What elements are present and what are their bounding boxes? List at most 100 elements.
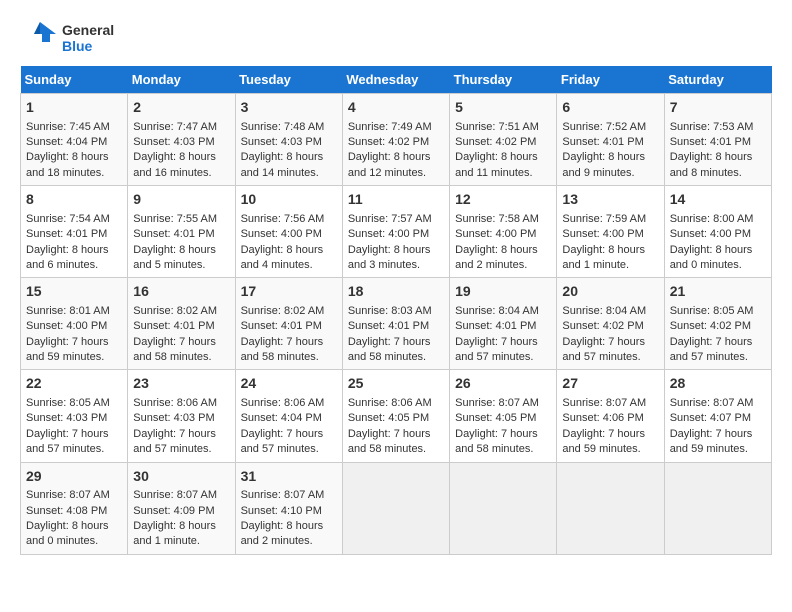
- calendar-cell: 20 Sunrise: 8:04 AM Sunset: 4:02 PM Dayl…: [557, 278, 664, 370]
- sunset: Sunset: 4:00 PM: [455, 228, 536, 240]
- column-header-saturday: Saturday: [664, 66, 771, 94]
- calendar-table: SundayMondayTuesdayWednesdayThursdayFrid…: [20, 66, 772, 555]
- sunrise: Sunrise: 8:07 AM: [241, 489, 325, 501]
- week-row: 15 Sunrise: 8:01 AM Sunset: 4:00 PM Dayl…: [21, 278, 772, 370]
- sunset: Sunset: 4:01 PM: [348, 320, 429, 332]
- calendar-cell: 15 Sunrise: 8:01 AM Sunset: 4:00 PM Dayl…: [21, 278, 128, 370]
- daylight: Daylight: 7 hours and 58 minutes.: [348, 428, 431, 455]
- sunrise: Sunrise: 8:07 AM: [455, 397, 539, 409]
- day-number: 14: [670, 190, 766, 210]
- daylight: Daylight: 8 hours and 2 minutes.: [455, 244, 538, 271]
- calendar-cell: 7 Sunrise: 7:53 AM Sunset: 4:01 PM Dayli…: [664, 94, 771, 186]
- sunrise: Sunrise: 8:00 AM: [670, 213, 754, 225]
- sunset: Sunset: 4:00 PM: [670, 228, 751, 240]
- sunrise: Sunrise: 8:05 AM: [26, 397, 110, 409]
- sunset: Sunset: 4:00 PM: [562, 228, 643, 240]
- calendar-cell: 11 Sunrise: 7:57 AM Sunset: 4:00 PM Dayl…: [342, 186, 449, 278]
- calendar-cell: [342, 462, 449, 554]
- daylight: Daylight: 7 hours and 57 minutes.: [26, 428, 109, 455]
- calendar-cell: 25 Sunrise: 8:06 AM Sunset: 4:05 PM Dayl…: [342, 370, 449, 462]
- daylight: Daylight: 8 hours and 1 minute.: [133, 520, 216, 547]
- sunrise: Sunrise: 7:48 AM: [241, 121, 325, 133]
- sunset: Sunset: 4:00 PM: [241, 228, 322, 240]
- sunset: Sunset: 4:01 PM: [455, 320, 536, 332]
- day-number: 29: [26, 467, 122, 487]
- day-number: 2: [133, 98, 229, 118]
- sunset: Sunset: 4:02 PM: [562, 320, 643, 332]
- week-row: 1 Sunrise: 7:45 AM Sunset: 4:04 PM Dayli…: [21, 94, 772, 186]
- sunset: Sunset: 4:01 PM: [26, 228, 107, 240]
- calendar-cell: 12 Sunrise: 7:58 AM Sunset: 4:00 PM Dayl…: [450, 186, 557, 278]
- day-number: 8: [26, 190, 122, 210]
- week-row: 8 Sunrise: 7:54 AM Sunset: 4:01 PM Dayli…: [21, 186, 772, 278]
- calendar-body: 1 Sunrise: 7:45 AM Sunset: 4:04 PM Dayli…: [21, 94, 772, 555]
- calendar-cell: 14 Sunrise: 8:00 AM Sunset: 4:00 PM Dayl…: [664, 186, 771, 278]
- calendar-cell: 26 Sunrise: 8:07 AM Sunset: 4:05 PM Dayl…: [450, 370, 557, 462]
- sunset: Sunset: 4:01 PM: [562, 136, 643, 148]
- day-number: 28: [670, 374, 766, 394]
- column-header-monday: Monday: [128, 66, 235, 94]
- sunrise: Sunrise: 7:59 AM: [562, 213, 646, 225]
- sunset: Sunset: 4:03 PM: [133, 412, 214, 424]
- day-number: 20: [562, 282, 658, 302]
- logo: General Blue: [20, 20, 114, 56]
- day-number: 11: [348, 190, 444, 210]
- day-number: 1: [26, 98, 122, 118]
- sunset: Sunset: 4:06 PM: [562, 412, 643, 424]
- sunset: Sunset: 4:01 PM: [241, 320, 322, 332]
- daylight: Daylight: 8 hours and 5 minutes.: [133, 244, 216, 271]
- week-row: 22 Sunrise: 8:05 AM Sunset: 4:03 PM Dayl…: [21, 370, 772, 462]
- day-number: 18: [348, 282, 444, 302]
- sunset: Sunset: 4:04 PM: [26, 136, 107, 148]
- sunrise: Sunrise: 8:06 AM: [133, 397, 217, 409]
- calendar-cell: 24 Sunrise: 8:06 AM Sunset: 4:04 PM Dayl…: [235, 370, 342, 462]
- calendar-cell: 30 Sunrise: 8:07 AM Sunset: 4:09 PM Dayl…: [128, 462, 235, 554]
- day-number: 3: [241, 98, 337, 118]
- calendar-cell: 31 Sunrise: 8:07 AM Sunset: 4:10 PM Dayl…: [235, 462, 342, 554]
- sunrise: Sunrise: 7:53 AM: [670, 121, 754, 133]
- daylight: Daylight: 7 hours and 59 minutes.: [562, 428, 645, 455]
- sunset: Sunset: 4:02 PM: [455, 136, 536, 148]
- calendar-cell: 8 Sunrise: 7:54 AM Sunset: 4:01 PM Dayli…: [21, 186, 128, 278]
- calendar-cell: 19 Sunrise: 8:04 AM Sunset: 4:01 PM Dayl…: [450, 278, 557, 370]
- day-number: 24: [241, 374, 337, 394]
- calendar-cell: 13 Sunrise: 7:59 AM Sunset: 4:00 PM Dayl…: [557, 186, 664, 278]
- sunset: Sunset: 4:02 PM: [670, 320, 751, 332]
- day-number: 13: [562, 190, 658, 210]
- day-number: 6: [562, 98, 658, 118]
- day-number: 10: [241, 190, 337, 210]
- sunrise: Sunrise: 7:55 AM: [133, 213, 217, 225]
- calendar-cell: 27 Sunrise: 8:07 AM Sunset: 4:06 PM Dayl…: [557, 370, 664, 462]
- sunset: Sunset: 4:01 PM: [670, 136, 751, 148]
- sunrise: Sunrise: 7:58 AM: [455, 213, 539, 225]
- column-header-wednesday: Wednesday: [342, 66, 449, 94]
- calendar-cell: 23 Sunrise: 8:06 AM Sunset: 4:03 PM Dayl…: [128, 370, 235, 462]
- logo-bird-icon: [20, 20, 56, 56]
- day-number: 31: [241, 467, 337, 487]
- sunrise: Sunrise: 7:47 AM: [133, 121, 217, 133]
- calendar-cell: 28 Sunrise: 8:07 AM Sunset: 4:07 PM Dayl…: [664, 370, 771, 462]
- daylight: Daylight: 8 hours and 4 minutes.: [241, 244, 324, 271]
- sunset: Sunset: 4:01 PM: [133, 320, 214, 332]
- day-number: 23: [133, 374, 229, 394]
- daylight: Daylight: 7 hours and 57 minutes.: [241, 428, 324, 455]
- sunset: Sunset: 4:10 PM: [241, 505, 322, 517]
- calendar-cell: 10 Sunrise: 7:56 AM Sunset: 4:00 PM Dayl…: [235, 186, 342, 278]
- day-number: 25: [348, 374, 444, 394]
- daylight: Daylight: 8 hours and 9 minutes.: [562, 151, 645, 178]
- daylight: Daylight: 8 hours and 14 minutes.: [241, 151, 324, 178]
- day-number: 19: [455, 282, 551, 302]
- daylight: Daylight: 8 hours and 2 minutes.: [241, 520, 324, 547]
- calendar-cell: 16 Sunrise: 8:02 AM Sunset: 4:01 PM Dayl…: [128, 278, 235, 370]
- sunset: Sunset: 4:03 PM: [133, 136, 214, 148]
- logo-text-blue: Blue: [62, 38, 114, 54]
- calendar-cell: 6 Sunrise: 7:52 AM Sunset: 4:01 PM Dayli…: [557, 94, 664, 186]
- sunrise: Sunrise: 8:04 AM: [562, 305, 646, 317]
- sunset: Sunset: 4:08 PM: [26, 505, 107, 517]
- day-number: 15: [26, 282, 122, 302]
- page-header: General Blue: [20, 20, 772, 56]
- sunrise: Sunrise: 8:06 AM: [241, 397, 325, 409]
- daylight: Daylight: 8 hours and 0 minutes.: [670, 244, 753, 271]
- daylight: Daylight: 7 hours and 58 minutes.: [133, 336, 216, 363]
- calendar-cell: [557, 462, 664, 554]
